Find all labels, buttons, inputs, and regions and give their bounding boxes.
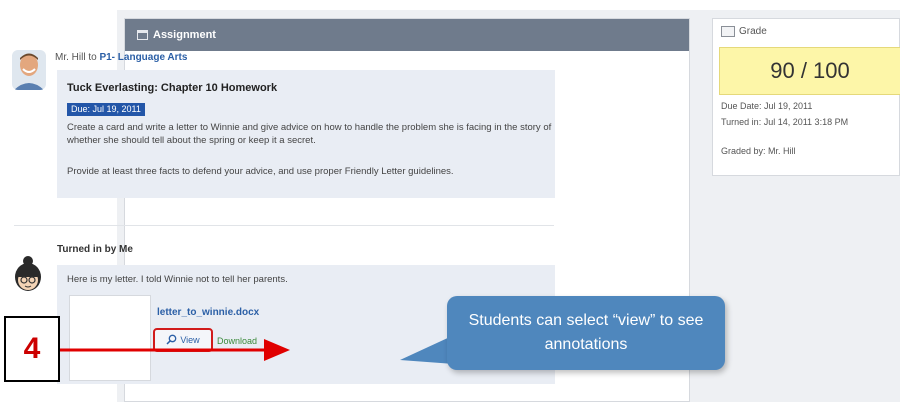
grade-due-date: Due Date: Jul 19, 2011 <box>721 101 813 111</box>
teacher-avatar <box>12 50 46 90</box>
due-date-badge: Due: Jul 19, 2011 <box>67 103 145 116</box>
assignment-icon <box>137 30 148 40</box>
gradebook-icon <box>721 26 735 37</box>
section-divider <box>14 225 554 226</box>
annotation-callout: Students can select “view” to see annota… <box>447 296 725 370</box>
assignment-description: Create a card and write a letter to Winn… <box>67 122 552 146</box>
grade-turned-in: Turned in: Jul 14, 2011 3:18 PM <box>721 117 849 127</box>
assignment-advice: Provide at least three facts to defend y… <box>67 166 454 177</box>
file-name-link[interactable]: letter_to_winnie.docx <box>157 307 259 318</box>
assignment-from-line: Mr. Hill to P1- Language Arts <box>55 52 187 63</box>
assignment-header: Assignment <box>125 19 689 51</box>
assignment-header-title: Assignment <box>153 29 216 41</box>
grade-panel: Grade 90 / 100 Due Date: Jul 19, 2011 Tu… <box>712 18 900 176</box>
course-link[interactable]: P1- Language Arts <box>99 52 187 63</box>
grade-score: 90 / 100 <box>719 47 900 95</box>
red-arrow-icon <box>60 339 290 361</box>
grade-title: Grade <box>739 26 767 37</box>
grade-graded-by: Graded by: Mr. Hill <box>721 146 796 156</box>
step-number: 4 <box>4 316 60 382</box>
turned-in-label: Turned in by Me <box>57 244 133 255</box>
assignment-title: Tuck Everlasting: Chapter 10 Homework <box>67 82 278 94</box>
teacher-name: Mr. Hill to <box>55 52 97 63</box>
student-avatar <box>12 256 44 294</box>
assignment-details: Tuck Everlasting: Chapter 10 Homework Du… <box>57 70 555 198</box>
grade-header: Grade <box>721 26 767 37</box>
submission-comment: Here is my letter. I told Winnie not to … <box>67 274 288 285</box>
